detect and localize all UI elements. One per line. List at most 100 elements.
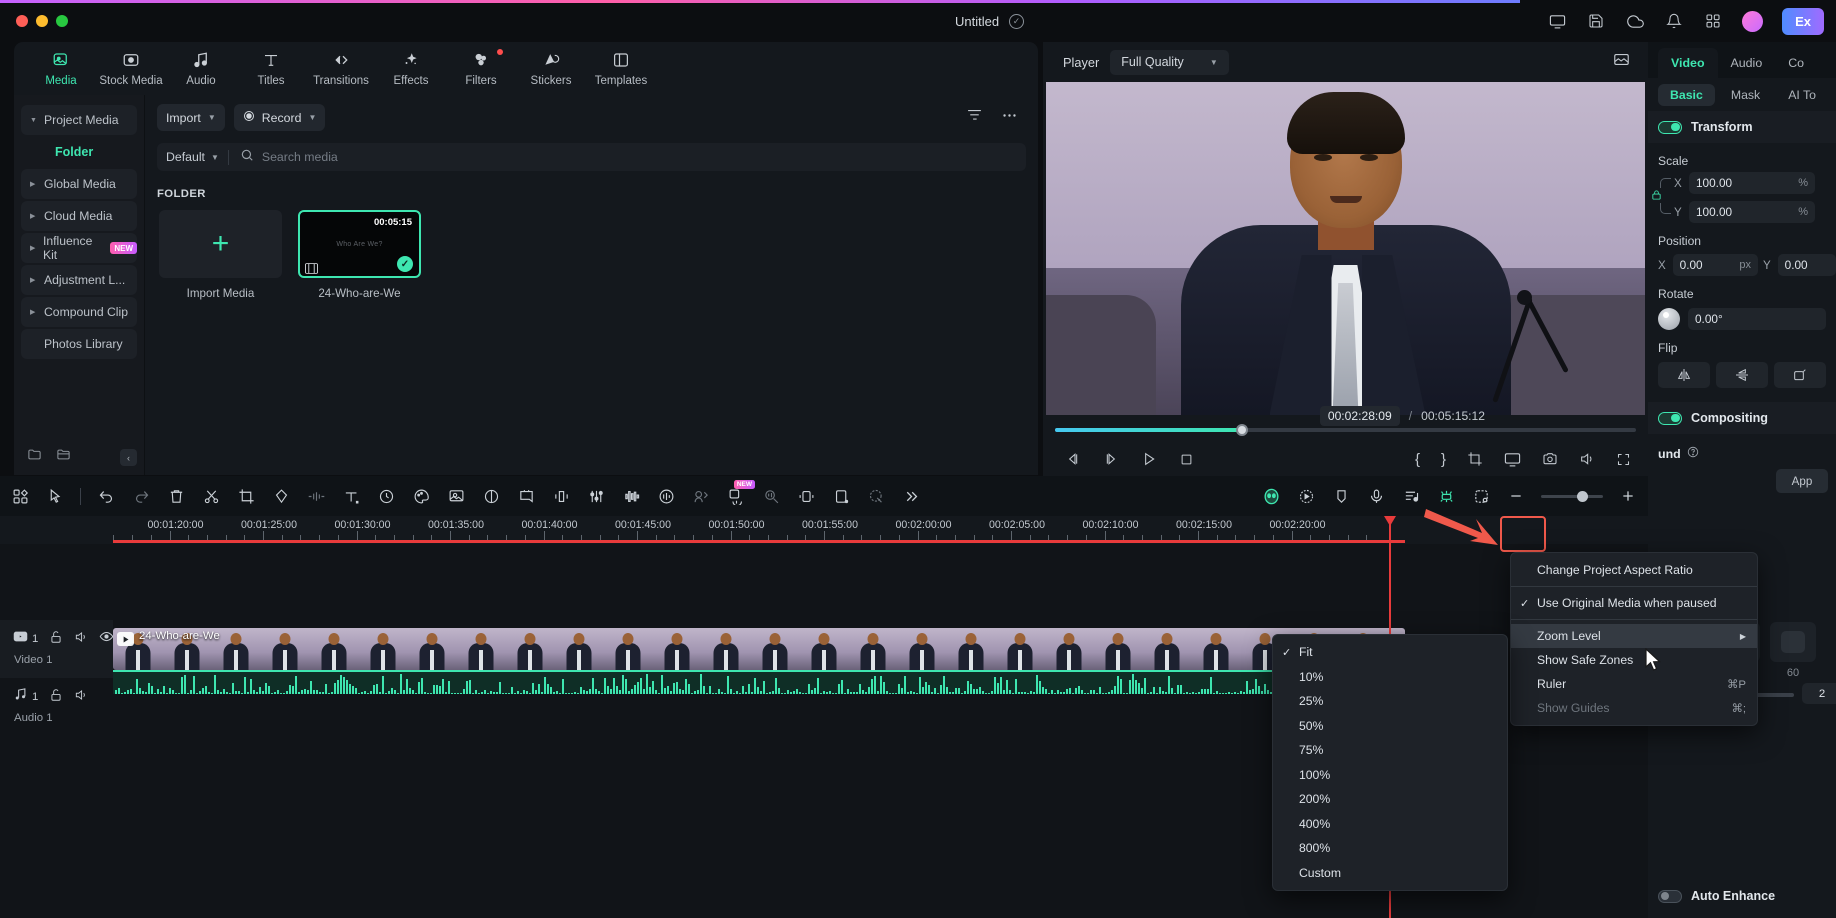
zoom-option-fit[interactable]: ✓ Fit — [1273, 640, 1507, 665]
display-settings-icon[interactable] — [1504, 451, 1521, 468]
zoom-in-icon[interactable] — [1618, 486, 1638, 506]
green-screen-icon[interactable] — [446, 486, 466, 506]
audio-mixer-icon[interactable] — [586, 486, 606, 506]
subtab-mask[interactable]: Mask — [1719, 84, 1772, 106]
zoom-option-50[interactable]: 50% — [1273, 714, 1507, 739]
blur-option-60[interactable]: 60 — [1770, 622, 1816, 679]
split-scissors-icon[interactable] — [201, 486, 221, 506]
export-button[interactable]: Ex — [1782, 7, 1824, 35]
sidebar-item-compound-clip[interactable]: ▶ Compound Clip — [21, 297, 137, 327]
stabilize-icon[interactable] — [481, 486, 501, 506]
compositing-toggle[interactable] — [1658, 411, 1682, 425]
select-tool-icon[interactable] — [45, 486, 65, 506]
menu-item-show-safe-zones[interactable]: Show Safe Zones — [1511, 648, 1757, 672]
monitor-icon[interactable] — [1547, 11, 1567, 31]
import-media-thumb[interactable]: + — [159, 210, 282, 278]
tab-stickers[interactable]: Stickers — [516, 44, 586, 94]
timeline-ruler[interactable]: :15:0000:01:20:0000:01:25:0000:01:30:000… — [0, 516, 1648, 544]
layout-grid-icon[interactable] — [10, 486, 30, 506]
tab-audio[interactable]: Audio — [1718, 48, 1776, 78]
sort-dropdown[interactable]: Default ▼ — [157, 150, 228, 164]
player-stage[interactable] — [1046, 82, 1645, 415]
keyframe-icon[interactable] — [551, 486, 571, 506]
blur-slider-value[interactable]: 2 — [1802, 683, 1836, 704]
stop-icon[interactable] — [1179, 452, 1194, 467]
undo-icon[interactable] — [96, 486, 116, 506]
text-tool-icon[interactable] — [341, 486, 361, 506]
tab-titles[interactable]: Titles — [236, 44, 306, 94]
more-horizontal-icon[interactable] — [1001, 107, 1018, 129]
position-y-input[interactable]: 0.00 — [1777, 254, 1836, 276]
tab-filters[interactable]: Filters — [446, 44, 516, 94]
marker-add-icon[interactable] — [516, 486, 536, 506]
rotate-input[interactable]: 0.00° — [1688, 308, 1826, 330]
avatar[interactable] — [1742, 10, 1764, 32]
fullscreen-icon[interactable] — [1616, 452, 1631, 467]
zoom-slider-handle[interactable] — [1577, 490, 1588, 502]
filter-icon[interactable] — [966, 107, 983, 129]
close-window-button[interactable] — [16, 15, 28, 27]
subtab-ai-tools[interactable]: AI To — [1776, 84, 1828, 106]
color-palette-icon[interactable] — [411, 486, 431, 506]
rotate-dial[interactable] — [1658, 308, 1680, 330]
ai-portrait-icon[interactable] — [1296, 486, 1316, 506]
speaker-icon[interactable] — [74, 630, 88, 649]
menu-item-zoom-level[interactable]: Zoom Level ▶ — [1511, 624, 1757, 648]
current-timecode[interactable]: 00:02:28:09 — [1319, 406, 1400, 426]
lock-open-icon[interactable] — [49, 688, 63, 707]
zoom-out-icon[interactable] — [1506, 486, 1526, 506]
crop-icon[interactable] — [236, 486, 256, 506]
motion-track-icon[interactable] — [691, 486, 711, 506]
import-media-tile[interactable]: + Import Media — [159, 210, 282, 300]
tab-effects[interactable]: Effects — [376, 44, 446, 94]
tab-audio[interactable]: Audio — [166, 44, 236, 94]
audio-list-icon[interactable] — [1401, 486, 1421, 506]
snapshot-icon[interactable] — [1613, 51, 1630, 73]
transform-toggle[interactable] — [1658, 120, 1682, 134]
zoom-option-10[interactable]: 10% — [1273, 665, 1507, 690]
sidebar-item-global-media[interactable]: ▶ Global Media — [21, 169, 137, 199]
flip-vertical-icon[interactable] — [1716, 362, 1768, 388]
speed-icon[interactable] — [376, 486, 396, 506]
sidebar-item-adjustment-layer[interactable]: ▶ Adjustment L... — [21, 265, 137, 295]
prev-frame-icon[interactable] — [1065, 451, 1081, 467]
zoom-option-custom[interactable]: Custom — [1273, 861, 1507, 886]
next-frame-icon[interactable] — [1103, 451, 1119, 467]
record-button[interactable]: Record ▼ — [233, 104, 326, 131]
save-icon[interactable] — [1586, 11, 1606, 31]
blur-swatch[interactable] — [1770, 622, 1816, 662]
scale-x-input[interactable]: 100.00 % — [1689, 172, 1815, 194]
import-button[interactable]: Import ▼ — [157, 104, 225, 131]
play-icon[interactable] — [1141, 451, 1157, 467]
ai-tool-icon[interactable] — [1436, 486, 1456, 506]
zoom-option-75[interactable]: 75% — [1273, 738, 1507, 763]
tab-color[interactable]: Co — [1775, 48, 1817, 78]
timeline-zoom-slider[interactable] — [1541, 490, 1603, 502]
subtab-basic[interactable]: Basic — [1658, 83, 1715, 106]
tab-video[interactable]: Video — [1658, 48, 1718, 78]
silence-detect-icon[interactable] — [621, 486, 641, 506]
crop-icon[interactable] — [1467, 451, 1483, 467]
tab-stock-media[interactable]: Stock Media — [96, 44, 166, 94]
mark-in-icon[interactable]: { — [1415, 451, 1420, 468]
quality-dropdown[interactable]: Full Quality ▼ — [1110, 49, 1229, 75]
zoom-option-400[interactable]: 400% — [1273, 812, 1507, 837]
help-circle-icon[interactable] — [1687, 446, 1699, 461]
scrubber-handle[interactable] — [1236, 424, 1248, 436]
audio-waveform-icon[interactable] — [656, 486, 676, 506]
tab-media[interactable]: Media — [26, 44, 96, 94]
flip-horizontal-icon[interactable] — [1658, 362, 1710, 388]
volume-icon[interactable] — [1579, 451, 1595, 467]
more-chevrons-icon[interactable] — [901, 486, 921, 506]
zoom-option-25[interactable]: 25% — [1273, 689, 1507, 714]
scale-link-lock[interactable] — [1650, 172, 1674, 220]
media-clip-thumb[interactable]: 00:05:15 Who Are We? ✓ — [298, 210, 421, 278]
zoom-option-100[interactable]: 100% — [1273, 763, 1507, 788]
player-context-menu[interactable]: Change Project Aspect Ratio ✓ Use Origin… — [1510, 552, 1758, 726]
tab-templates[interactable]: Templates — [586, 44, 656, 94]
auto-enhance-toggle[interactable] — [1658, 889, 1682, 903]
speaker-icon[interactable] — [74, 688, 88, 707]
cloud-icon[interactable] — [1625, 11, 1645, 31]
ai-audio-icon[interactable] — [761, 486, 781, 506]
timeline-video-clip[interactable]: 24-Who-are-We — [113, 628, 1405, 670]
